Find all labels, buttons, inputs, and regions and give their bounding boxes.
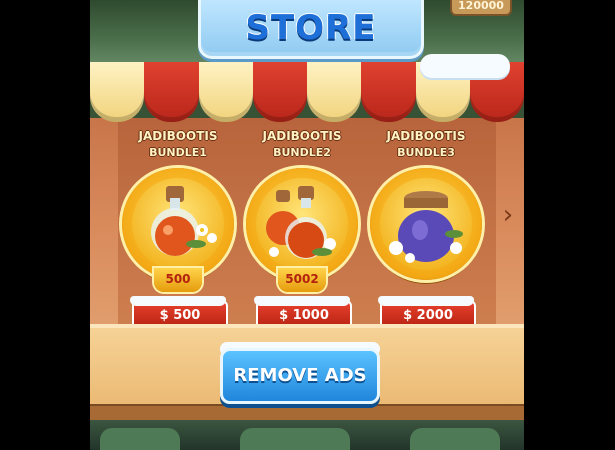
chevron-right-icon[interactable]: › — [498, 200, 518, 230]
item-name: JADIBOOTIS — [262, 129, 342, 143]
bush — [100, 428, 180, 450]
awning-stripe — [252, 62, 307, 122]
item-bundle: BUNDLE1 — [149, 146, 207, 159]
store-item-bundle2: JADIBOOTIS BUNDLE2 5002 $ 1000 — [240, 128, 364, 338]
two-potion-bottles-icon — [266, 186, 336, 259]
button-snow — [378, 296, 474, 306]
button-snow — [130, 296, 226, 306]
item-name: JADIBOOTIS — [138, 129, 218, 143]
item-quantity: 5002 — [285, 272, 319, 286]
store-screen: STORE 120000 JADIBOOTIS BUNDLE1 500 $ 50… — [90, 0, 524, 450]
awning-stripe — [90, 62, 145, 122]
item-quantity: 500 — [165, 272, 191, 286]
store-sign: STORE — [198, 0, 424, 59]
coin-counter: 120000 — [450, 0, 512, 16]
bush — [240, 428, 350, 450]
awning-stripe — [198, 62, 253, 122]
potion-jar-icon — [389, 191, 463, 263]
awning-stripe — [361, 62, 416, 122]
awning-stripe — [307, 62, 362, 122]
awning-snow — [420, 54, 510, 78]
store-item-bundle3: JADIBOOTIS BUNDLE3 $ 2000 — [364, 128, 488, 338]
item-bundle: BUNDLE2 — [273, 146, 331, 159]
button-snow — [254, 296, 350, 306]
store-title: STORE — [245, 8, 377, 48]
store-item-bundle1: JADIBOOTIS BUNDLE1 500 $ 500 — [116, 128, 240, 338]
bush — [410, 428, 500, 450]
item-bundle: BUNDLE3 — [397, 146, 455, 159]
potion-bottle-icon — [151, 186, 217, 256]
remove-ads-button[interactable]: REMOVE ADS — [220, 348, 380, 404]
awning-stripe — [144, 62, 199, 122]
forest-ground — [90, 420, 524, 450]
item-name: JADIBOOTIS — [386, 129, 466, 143]
